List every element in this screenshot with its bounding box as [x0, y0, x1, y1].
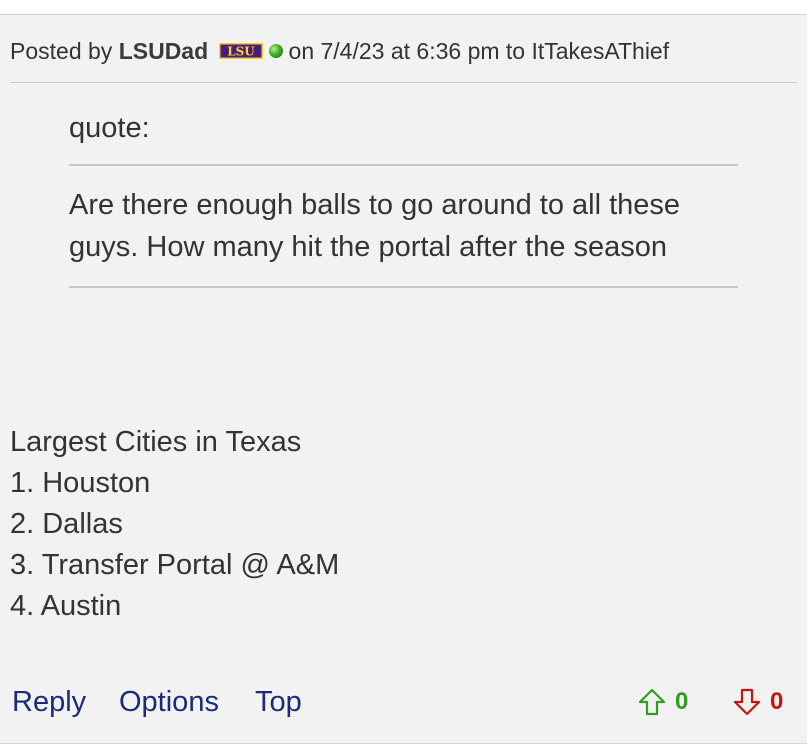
post-header: Posted by LSUDad LSU on 7/4/23 at 6:36 p…: [10, 38, 800, 65]
lsu-team-logo-icon: LSU: [218, 42, 263, 59]
quote-label: quote:: [69, 112, 150, 144]
quote-divider-bottom: [69, 286, 738, 288]
header-divider: [10, 82, 797, 83]
post-footer: Reply Options Top 0 0: [12, 684, 792, 724]
top-divider: [0, 0, 807, 15]
top-link[interactable]: Top: [255, 684, 302, 720]
upvote-button[interactable]: 0: [637, 686, 688, 718]
downvote-count: 0: [770, 688, 784, 715]
arrow-down-outline-icon: [733, 688, 761, 716]
body-line: 1. Houston: [10, 467, 151, 499]
lsu-logo-text: LSU: [227, 44, 255, 58]
post-meta: on 7/4/23 at 6:36 pm to ItTakesAThief: [288, 38, 670, 64]
author-link[interactable]: LSUDad: [119, 38, 208, 64]
body-line: 4. Austin: [10, 590, 122, 622]
green-dot-icon: [268, 43, 283, 58]
reply-link[interactable]: Reply: [12, 684, 86, 720]
quote-block: quote: Are there enough balls to go arou…: [69, 108, 738, 288]
post-body: Largest Cities in Texas 1. Houston 2. Da…: [10, 422, 790, 627]
downvote-button[interactable]: 0: [732, 686, 783, 718]
arrow-up-outline-icon: [638, 688, 666, 716]
body-line: Largest Cities in Texas: [10, 426, 302, 458]
options-link[interactable]: Options: [119, 684, 219, 720]
body-line: 2. Dallas: [10, 508, 123, 540]
quote-text: Are there enough balls to go around to a…: [69, 189, 681, 263]
upvote-count: 0: [675, 688, 689, 715]
posted-by-label: Posted by: [10, 38, 113, 64]
body-line: 3. Transfer Portal @ A&M: [10, 549, 340, 581]
